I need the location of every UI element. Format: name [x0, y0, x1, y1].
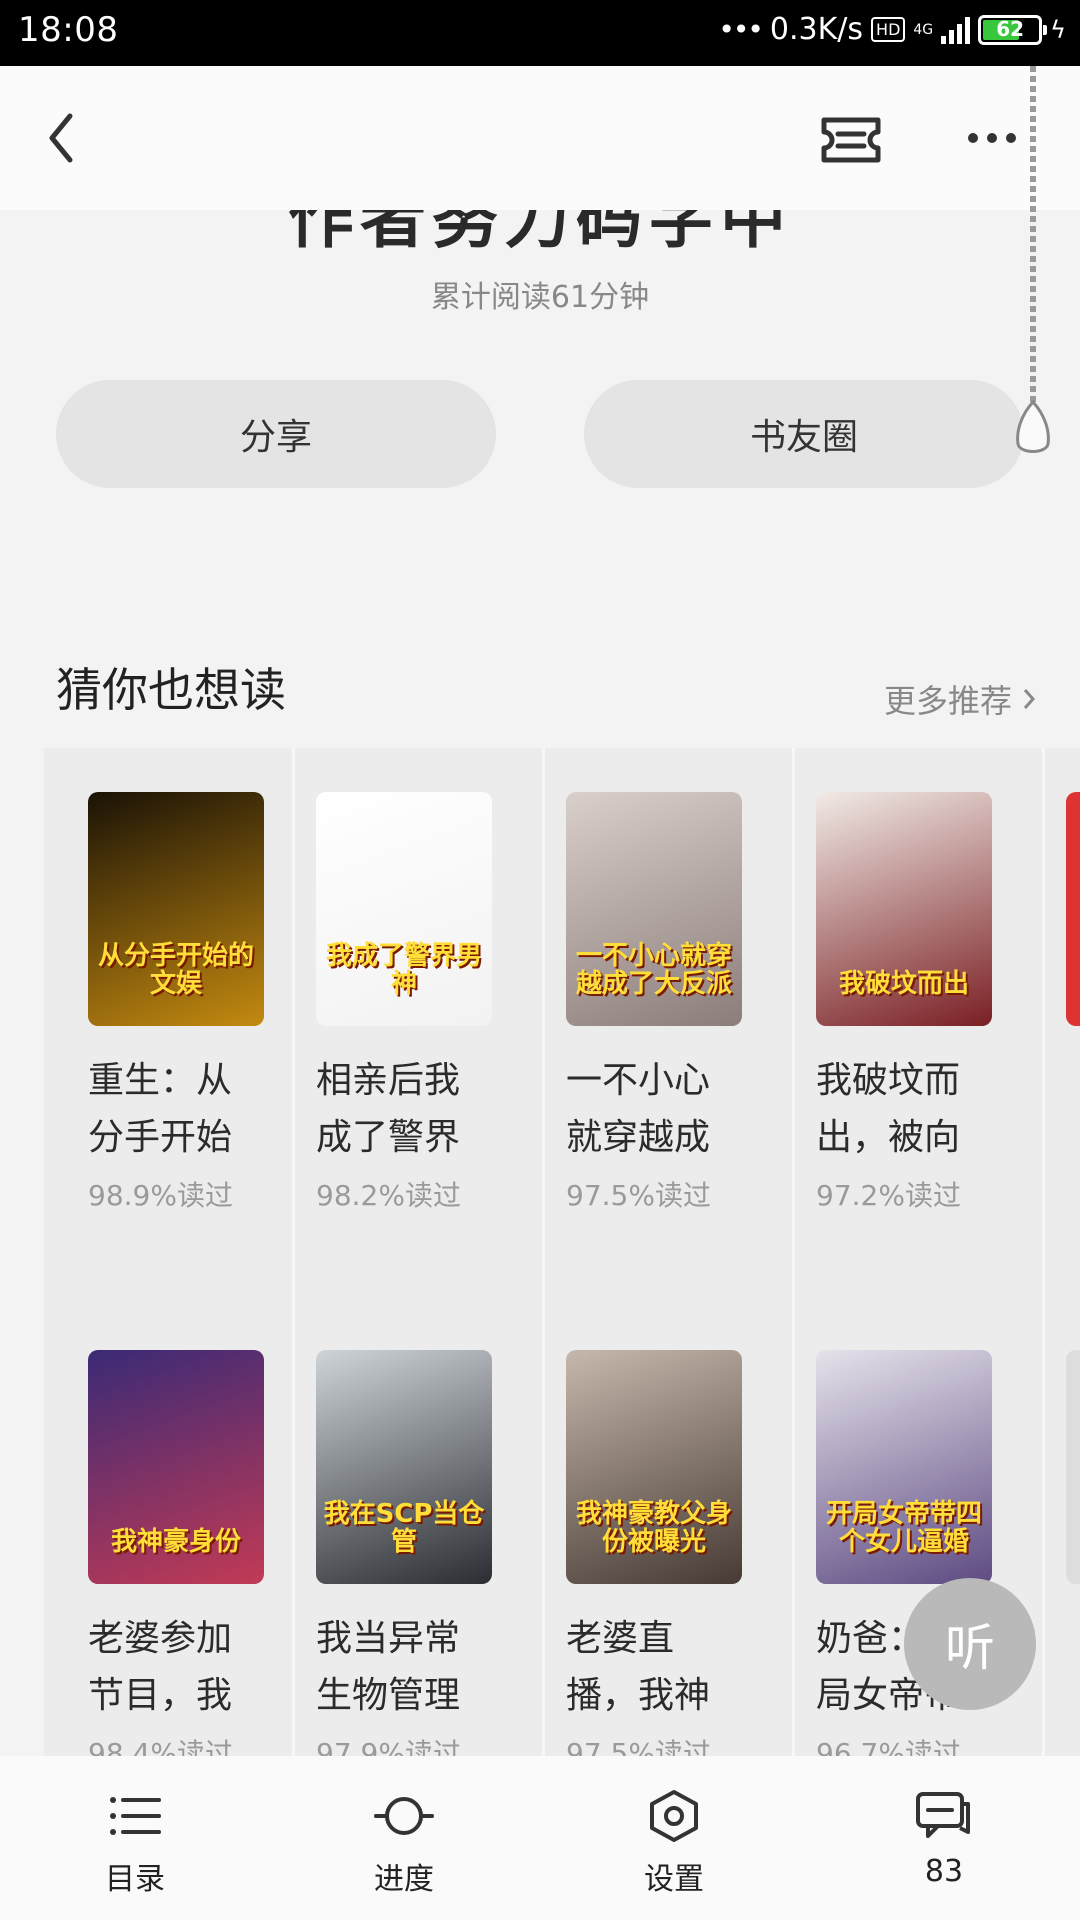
nav-catalog-label: 目录 — [105, 1862, 165, 1897]
book-cover[interactable]: 我神豪教父身份被曝光 — [566, 1350, 742, 1584]
book-card[interactable]: 我神豪身份 老婆参加节目，我 98.4%读过 — [88, 1350, 298, 1772]
book-name[interactable]: 重生：从分手开始 — [88, 1052, 248, 1166]
nav-comments-count: 83 — [924, 1854, 964, 1889]
charging-icon: ϟ — [1050, 15, 1066, 44]
book-cover[interactable]: 开局女帝带四个女儿逼婚 — [816, 1350, 992, 1584]
column-divider — [1042, 748, 1045, 1758]
book-read-rate: 98.2%读过 — [316, 1179, 461, 1212]
signal-icon — [941, 16, 971, 44]
chevron-left-icon — [49, 113, 73, 163]
network-type: 4G — [913, 21, 934, 38]
book-circle-button[interactable]: 书友圈 — [584, 380, 1024, 488]
book-read-rate: 97.5%读过 — [566, 1179, 711, 1212]
ticket-button[interactable] — [818, 114, 884, 166]
book-cover[interactable]: 一不小心就穿越成了大反派 — [566, 792, 742, 1026]
hd-icon: HD — [871, 17, 906, 42]
book-cover-text: 我成了警界男神 — [325, 941, 482, 999]
share-button[interactable]: 分享 — [56, 380, 496, 488]
book-cover[interactable]: 从分手开始的文娱 — [88, 792, 264, 1026]
book-cover-text: 一不小心就穿越成了大反派 — [575, 941, 732, 999]
column-divider — [542, 748, 545, 1758]
book-name[interactable]: 我当异常生物管理 — [316, 1610, 476, 1724]
book-name[interactable]: 老婆直播，我神 — [566, 1610, 726, 1724]
book-name[interactable]: 老婆参加节目，我 — [88, 1610, 248, 1724]
read-time: 累计阅读61分钟 — [430, 280, 650, 315]
nav-settings[interactable]: 设置 — [574, 1756, 774, 1920]
book-card[interactable]: 开局女帝带四个女儿逼婚 奶爸：开局女帝带 96.7%读过 — [816, 1350, 1026, 1772]
book-read-rate: 97.2%读过 — [816, 1179, 961, 1212]
book-cover-text: 我破坟而出 — [838, 968, 969, 999]
book-name[interactable]: 一不小心就穿越成 — [566, 1052, 726, 1166]
more-button[interactable] — [968, 126, 1024, 150]
more-recommend-label: 更多推荐 — [883, 682, 1012, 720]
book-card[interactable]: 我神豪教父身份被曝光 老婆直播，我神 97.5%读过 — [566, 1350, 776, 1772]
comment-icon — [916, 1792, 970, 1838]
listen-button[interactable]: 听 — [904, 1578, 1036, 1710]
book-cover[interactable]: 我破坟而出 — [816, 792, 992, 1026]
book-cover-text: 我神豪教父身份被曝光 — [575, 1499, 732, 1557]
top-bar — [0, 66, 1080, 210]
book-card[interactable]: 一不小心就穿越成了大反派一不小心就穿越成 97.5%读过 — [566, 792, 776, 1214]
nav-progress[interactable]: 进度 — [304, 1756, 504, 1920]
bottom-nav: 目录 进度 设置 83 — [0, 1756, 1080, 1920]
status-indicators: ••• 0.3K/s HD 4G 62 ϟ — [718, 12, 1066, 47]
settings-icon — [650, 1790, 698, 1842]
rope-handle-icon[interactable] — [1012, 400, 1054, 456]
progress-icon — [374, 1797, 434, 1835]
book-name[interactable]: 相亲后我成了警界 — [316, 1052, 476, 1166]
more-recommend-link[interactable]: 更多推荐 — [884, 676, 1036, 722]
book-cover[interactable]: 我神豪身份 — [88, 1350, 264, 1584]
book-cover-text: 我在SCP当仓管 — [323, 1499, 485, 1557]
book-cover-partial[interactable] — [1066, 1350, 1080, 1584]
chevron-right-icon — [1023, 689, 1036, 709]
more-icon — [968, 133, 978, 143]
ticket-icon — [821, 117, 881, 163]
more-dots-icon: ••• — [718, 13, 764, 46]
battery-level: 62 — [996, 16, 1025, 41]
book-read-rate: 98.9%读过 — [88, 1179, 233, 1212]
list-icon — [110, 1797, 161, 1835]
nav-catalog[interactable]: 目录 — [35, 1756, 235, 1920]
recommend-title: 猜你也想读 — [56, 663, 286, 717]
battery-icon: 62 — [978, 14, 1048, 45]
book-card[interactable]: 我成了警界男神相亲后我成了警界 98.2%读过 — [316, 792, 526, 1214]
book-card[interactable]: 我在SCP当仓管 我当异常生物管理 97.9%读过 — [316, 1350, 526, 1772]
status-time: 18:08 — [18, 10, 119, 50]
book-cover-partial[interactable] — [1066, 792, 1080, 1026]
book-cover[interactable]: 我成了警界男神 — [316, 792, 492, 1026]
nav-comments[interactable]: 83 — [844, 1756, 1044, 1920]
book-card[interactable]: 从分手开始的文娱重生：从分手开始 98.9%读过 — [88, 792, 298, 1214]
book-card[interactable]: 我破坟而出我破坟而出，被向 97.2%读过 — [816, 792, 1026, 1214]
nav-settings-label: 设置 — [644, 1862, 704, 1897]
book-cover-text: 从分手开始的文娱 — [97, 941, 254, 999]
book-cover[interactable]: 我在SCP当仓管 — [316, 1350, 492, 1584]
book-cover-text: 我神豪身份 — [110, 1526, 241, 1557]
book-name[interactable]: 我破坟而出，被向 — [816, 1052, 976, 1166]
book-cover-text: 开局女帝带四个女儿逼婚 — [825, 1499, 982, 1557]
status-bar: 18:08 ••• 0.3K/s HD 4G 62 ϟ — [0, 0, 1080, 66]
network-speed: 0.3K/s — [769, 12, 864, 47]
column-divider — [792, 748, 795, 1758]
pull-rope-icon — [1030, 66, 1036, 406]
nav-progress-label: 进度 — [374, 1862, 434, 1897]
back-button[interactable] — [40, 106, 90, 170]
